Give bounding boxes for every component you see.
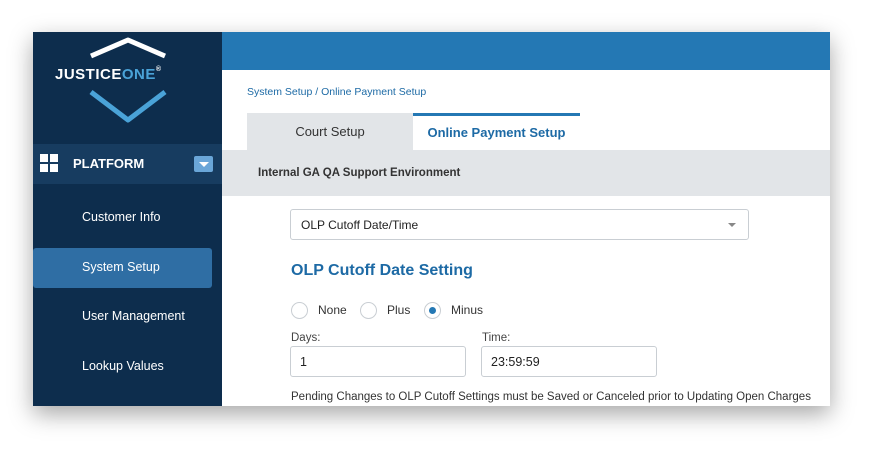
- radio-circle[interactable]: [291, 302, 308, 319]
- platform-section[interactable]: PLATFORM: [33, 144, 222, 184]
- sidebar: JUSTICEONE® PLATFORM Customer Info Syste…: [33, 32, 222, 406]
- sidebar-item-lookup-values[interactable]: Lookup Values: [33, 347, 212, 387]
- registered-mark: ®: [155, 66, 162, 73]
- days-label: Days:: [291, 332, 321, 344]
- tab-court-setup[interactable]: Court Setup: [247, 113, 413, 150]
- days-value: 1: [300, 355, 307, 369]
- sidebar-item-label: Customer Info: [82, 210, 161, 224]
- brand-justice: JUSTICE: [55, 66, 122, 83]
- sidebar-item-user-management[interactable]: User Management: [33, 297, 212, 337]
- setting-select[interactable]: OLP Cutoff Date/Time: [290, 209, 749, 240]
- justiceone-logo: JUSTICEONE®: [33, 32, 222, 132]
- radio-circle[interactable]: [360, 302, 377, 319]
- breadcrumb[interactable]: System Setup / Online Payment Setup: [247, 86, 426, 98]
- days-input[interactable]: 1: [290, 346, 466, 377]
- environment-label: Internal GA QA Support Environment: [258, 167, 461, 179]
- brand-one: ONE: [121, 66, 156, 83]
- sidebar-item-system-setup[interactable]: System Setup: [33, 248, 212, 288]
- sidebar-item-label: Lookup Values: [82, 359, 164, 373]
- tab-online-payment-setup[interactable]: Online Payment Setup: [413, 113, 580, 150]
- time-value: 23:59:59: [491, 355, 540, 369]
- grid-icon: [40, 154, 59, 173]
- radio-circle-selected[interactable]: [424, 302, 441, 319]
- setting-select-value: OLP Cutoff Date/Time: [301, 218, 419, 232]
- sidebar-item-customer-info[interactable]: Customer Info: [33, 198, 212, 238]
- radio-label: None: [318, 303, 347, 317]
- sidebar-item-label: User Management: [82, 309, 185, 323]
- brand-wordmark: JUSTICEONE®: [55, 66, 162, 83]
- sidebar-item-label: System Setup: [82, 260, 160, 274]
- chevron-down-icon[interactable]: [194, 156, 213, 172]
- radio-label: Minus: [451, 303, 484, 317]
- radio-label: Plus: [387, 303, 411, 317]
- time-label: Time:: [482, 332, 511, 344]
- app-window: JUSTICEONE® PLATFORM Customer Info Syste…: [33, 32, 830, 406]
- platform-label: PLATFORM: [73, 156, 145, 171]
- section-title: OLP Cutoff Date Setting: [291, 262, 473, 279]
- time-input[interactable]: 23:59:59: [481, 346, 657, 377]
- pending-changes-note: Pending Changes to OLP Cutoff Settings m…: [291, 391, 811, 403]
- top-header-bar: [222, 32, 830, 70]
